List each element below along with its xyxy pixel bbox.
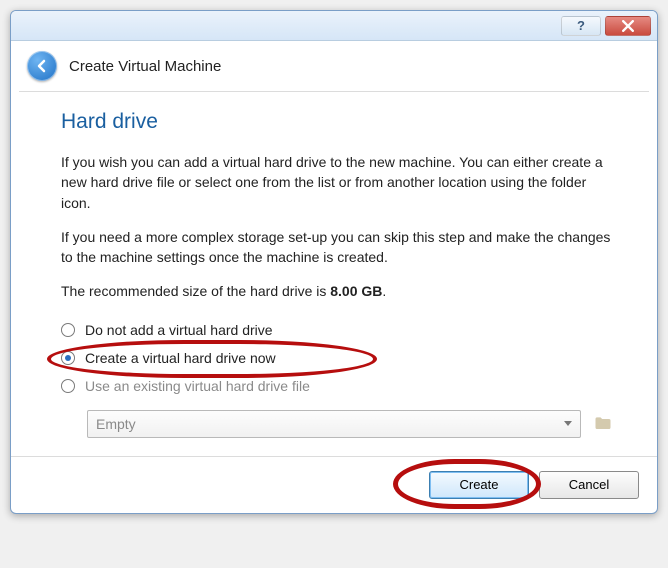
radio-option-create[interactable]: Create a virtual hard drive now [61,344,617,372]
create-button[interactable]: Create [429,471,529,499]
dialog-window: ? Create Virtual Machine Hard drive If y… [10,10,658,514]
close-icon [622,20,634,32]
chevron-down-icon [564,421,572,426]
radio-label-existing: Use an existing virtual hard drive file [85,378,310,394]
help-button[interactable]: ? [561,16,601,36]
page-title: Hard drive [61,110,617,134]
radio-icon [61,379,75,393]
radio-icon [61,323,75,337]
options-group: Do not add a virtual hard drive Create a… [61,316,617,438]
browse-folder-button[interactable] [589,411,617,437]
existing-drive-row: Empty [87,410,617,438]
radio-option-none[interactable]: Do not add a virtual hard drive [61,316,617,344]
description-2: If you need a more complex storage set-u… [61,227,617,268]
cancel-label: Cancel [569,477,609,492]
help-icon: ? [577,18,585,33]
rec-value: 8.00 GB [330,283,382,299]
rec-suffix: . [382,283,386,299]
cancel-button[interactable]: Cancel [539,471,639,499]
header-row: Create Virtual Machine [11,41,657,87]
radio-icon [61,351,75,365]
radio-label-create: Create a virtual hard drive now [85,350,276,366]
content-area: Hard drive If you wish you can add a vir… [11,92,657,456]
recommendation-text: The recommended size of the hard drive i… [61,281,617,301]
radio-label-none: Do not add a virtual hard drive [85,322,273,338]
existing-drive-select[interactable]: Empty [87,410,581,438]
radio-option-existing[interactable]: Use an existing virtual hard drive file [61,372,617,400]
footer: Create Cancel [11,456,657,513]
arrow-left-icon [34,58,50,74]
description-1: If you wish you can add a virtual hard d… [61,152,617,213]
rec-prefix: The recommended size of the hard drive i… [61,283,330,299]
folder-icon [593,414,613,434]
back-button[interactable] [27,51,57,81]
create-label: Create [459,477,498,492]
titlebar-buttons: ? [561,16,651,36]
select-value: Empty [96,416,136,432]
close-button[interactable] [605,16,651,36]
wizard-title: Create Virtual Machine [69,58,221,75]
titlebar: ? [11,11,657,41]
